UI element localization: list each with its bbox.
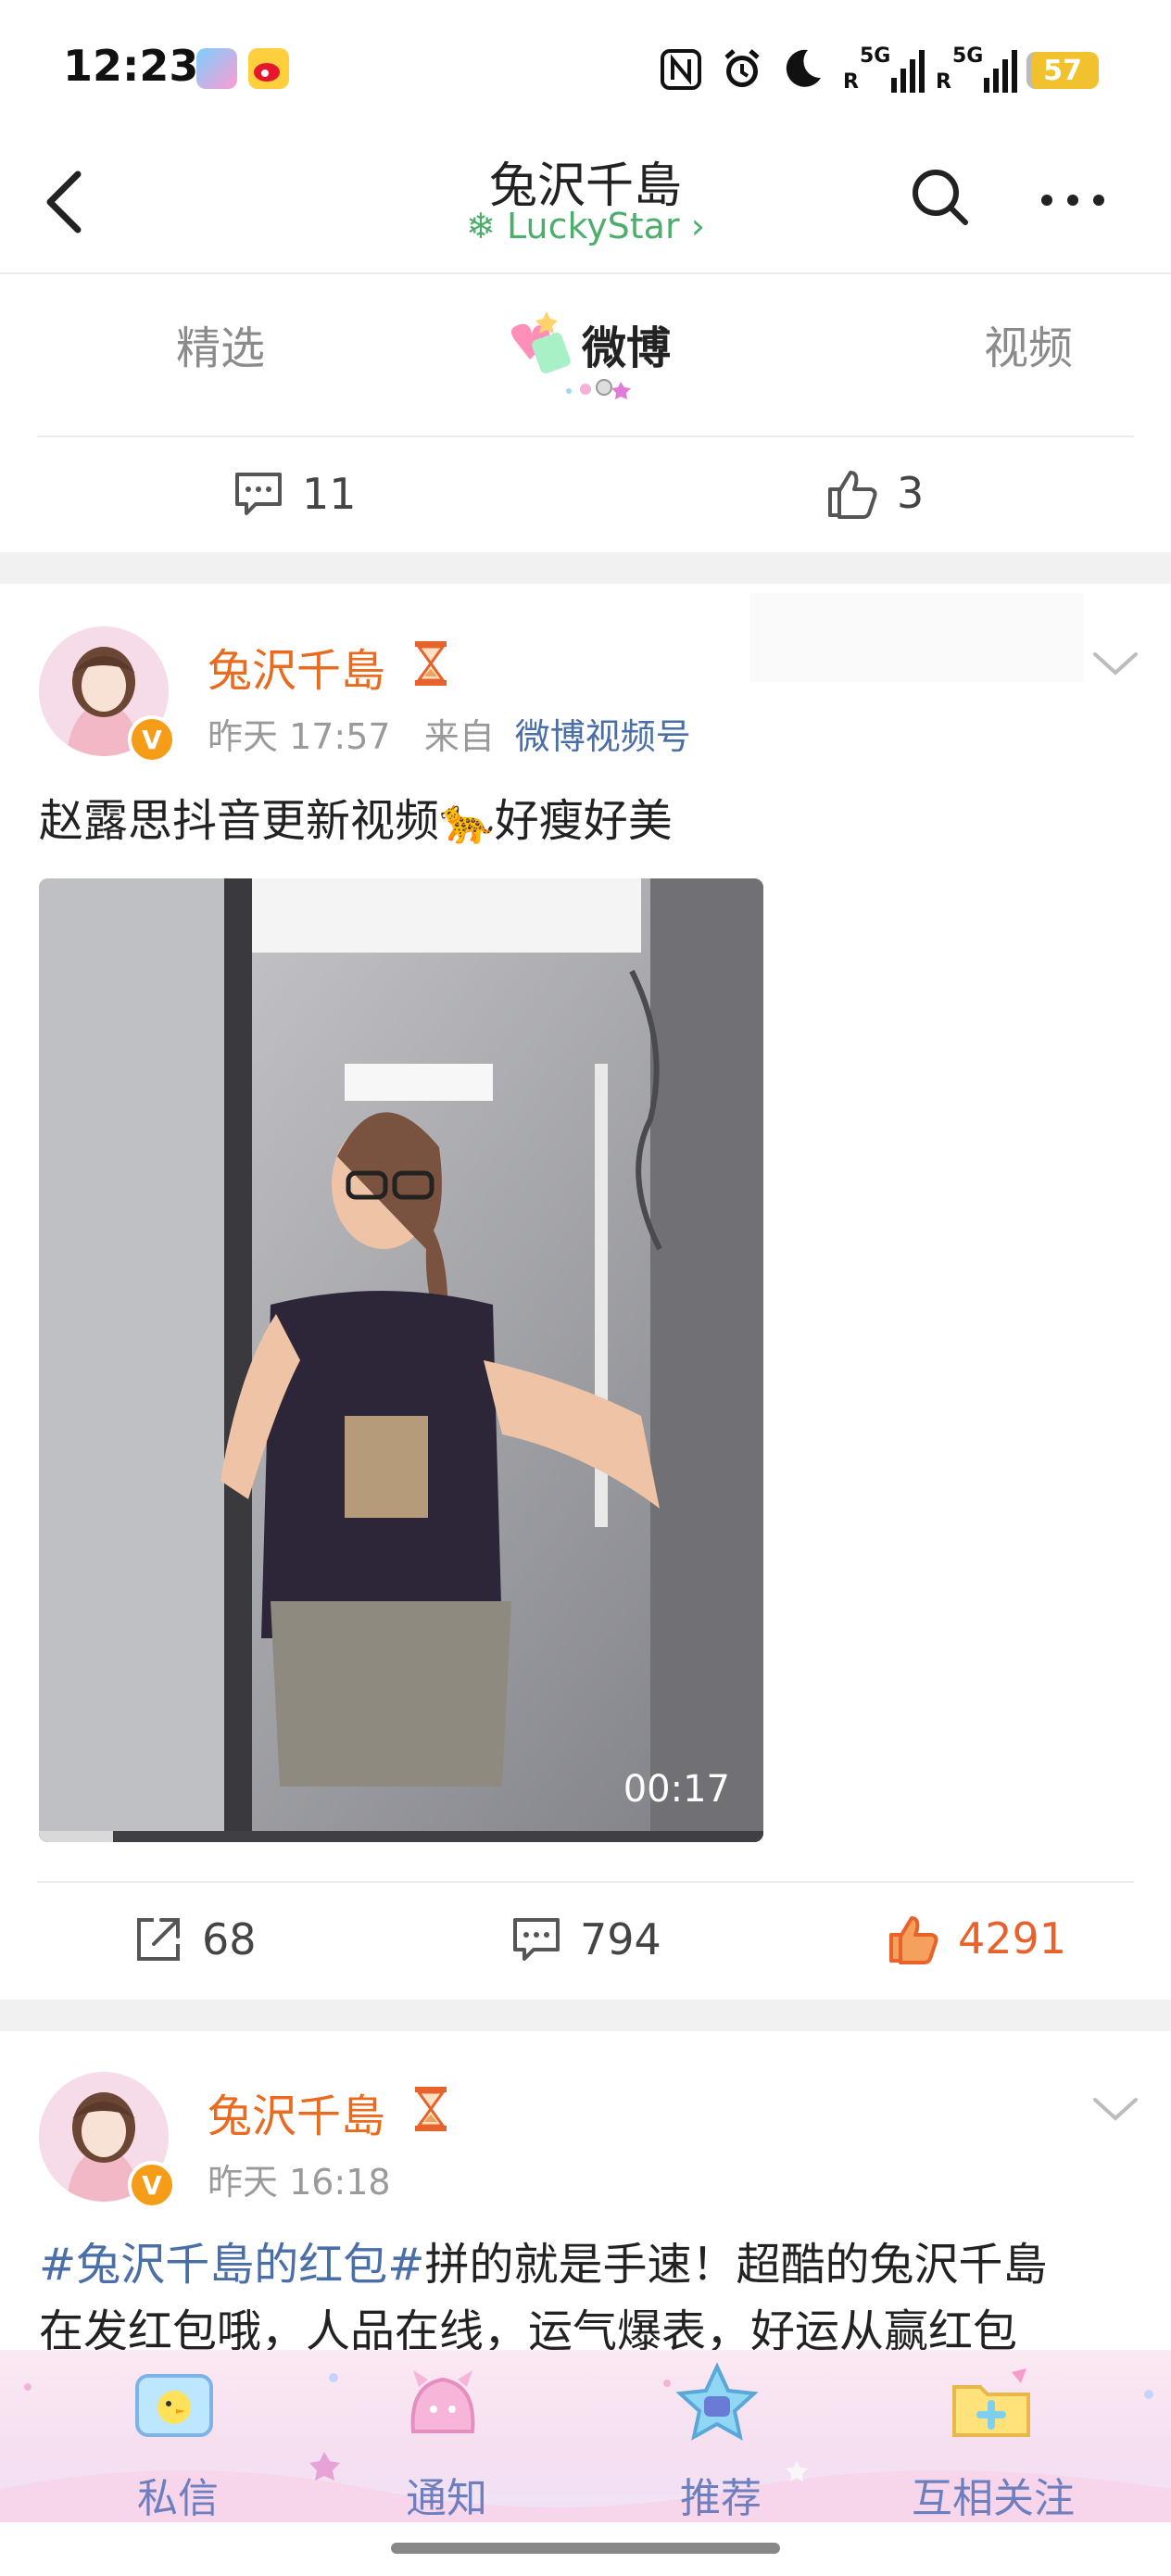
nav-messages-label[interactable]: 私信 <box>137 2465 219 2524</box>
tab-video[interactable]: 视频 <box>984 311 1073 376</box>
post-1-text[interactable]: 赵露思抖音更新视频🐆好瘦好美 <box>39 788 673 854</box>
video-thumbnail <box>39 878 763 1842</box>
tab-featured[interactable]: 精选 <box>176 311 265 376</box>
post-1-from-label: 来自 <box>423 716 495 757</box>
alarm-icon <box>724 49 760 87</box>
header-background-fade <box>750 593 1084 682</box>
post-1-source-link[interactable]: 微博视频号 <box>515 716 691 757</box>
search-icon[interactable] <box>908 165 973 230</box>
nav-recommend[interactable] <box>671 2359 763 2456</box>
post-1-video[interactable]: 00:17 <box>39 878 763 1842</box>
post-1-author[interactable]: 兔沢千島 <box>208 634 385 699</box>
home-indicator[interactable] <box>391 2543 780 2554</box>
verified-badge-icon: V <box>128 715 176 764</box>
nav-mutual-follow-label[interactable]: 互相关注 <box>912 2465 1075 2524</box>
post-2-author[interactable]: 兔沢千島 <box>208 2079 385 2144</box>
post-1-meta: 昨天 17:57 来自 微博视频号 <box>208 708 691 759</box>
like-count: 3 <box>897 468 925 518</box>
card-separator <box>0 552 1171 584</box>
tab-weibo[interactable]: 微博 <box>582 311 671 376</box>
header-divider <box>0 272 1171 274</box>
more-options-icon[interactable] <box>1036 182 1110 219</box>
app-notification-icon <box>196 48 237 89</box>
comment-count: 794 <box>580 1914 661 1964</box>
comment-count: 11 <box>302 469 357 519</box>
post-2-time: 昨天 16:18 <box>208 2162 391 2203</box>
nav-notifications[interactable] <box>397 2359 489 2456</box>
lucky-star-link[interactable]: ❄ LuckyStar › <box>0 206 1171 246</box>
folder-plus-icon <box>952 2368 1030 2437</box>
post-2-topic-link[interactable]: #兔沢千島的红包# <box>39 2239 424 2291</box>
battery-indicator: 57 <box>1026 52 1099 89</box>
post-1-like-button[interactable]: 4291 <box>888 1913 1066 1964</box>
post-1-share-button[interactable]: 68 <box>133 1914 257 1964</box>
share-count: 68 <box>202 1914 257 1964</box>
post-2-avatar-wrap[interactable]: V <box>39 2072 176 2209</box>
top-card-comment-button[interactable]: 11 <box>233 469 357 519</box>
nav-messages[interactable] <box>128 2359 220 2456</box>
video-duration: 00:17 <box>623 1768 730 1811</box>
share-icon <box>137 1918 180 1961</box>
hourglass-icon <box>415 2087 447 2131</box>
star-icon <box>675 2362 759 2441</box>
status-time: 12:23 <box>63 41 199 91</box>
post-1-action-divider <box>37 1881 1134 1883</box>
roaming-1-label: R <box>843 70 859 94</box>
post-2-text-line1: 拼的就是手速！超酷的兔沢千島 <box>424 2239 1048 2291</box>
chevron-down-icon[interactable] <box>1089 645 1141 682</box>
signal-bars-1-icon <box>891 50 925 93</box>
post-2-text[interactable]: #兔沢千島的红包#拼的就是手速！超酷的兔沢千島 在发红包哦，人品在线，运气爆表，… <box>39 2231 1141 2365</box>
chevron-right-icon: › <box>690 206 705 246</box>
comment-icon <box>513 1918 560 1961</box>
nav-recommend-label[interactable]: 推荐 <box>680 2465 762 2524</box>
nav-mutual-follow[interactable] <box>945 2359 1038 2456</box>
top-card-like-button[interactable]: 3 <box>826 467 924 519</box>
status-bar: 12:23 5G R 5G R 57 <box>0 0 1171 139</box>
verified-badge-icon: V <box>128 2161 176 2209</box>
roaming-2-label: R <box>936 70 951 94</box>
snowflake-icon: ❄ <box>466 206 496 246</box>
lucky-star-label: LuckyStar <box>507 206 680 246</box>
nav-notifications-label[interactable]: 通知 <box>406 2465 487 2524</box>
card-divider <box>37 436 1134 437</box>
moon-icon <box>786 49 821 87</box>
post-1-comment-button[interactable]: 794 <box>511 1914 661 1964</box>
post-1-avatar-wrap[interactable]: V <box>39 626 176 764</box>
weibo-notification-icon <box>248 48 289 89</box>
nfc-icon <box>661 49 701 90</box>
message-icon <box>135 2374 213 2437</box>
bell-icon <box>410 2370 475 2433</box>
like-filled-icon <box>889 1916 938 1964</box>
like-icon <box>828 471 877 519</box>
chevron-down-icon[interactable] <box>1089 2090 1141 2128</box>
hourglass-icon <box>415 641 447 686</box>
signal-bars-2-icon <box>984 50 1017 93</box>
post-1-time: 昨天 17:57 <box>208 716 391 757</box>
comment-icon <box>235 473 282 515</box>
card-separator <box>0 2000 1171 2031</box>
like-count: 4291 <box>958 1913 1067 1964</box>
